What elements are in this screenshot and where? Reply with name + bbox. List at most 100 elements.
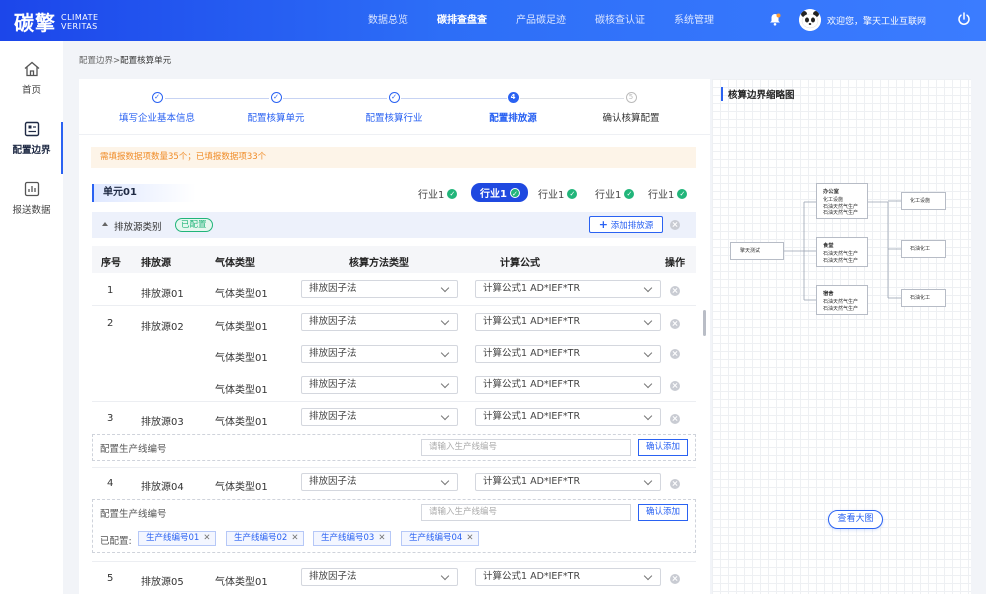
row-no: 3 — [107, 413, 114, 424]
view-large-button[interactable]: 查看大图 — [828, 510, 883, 529]
column-header-action: 操作 — [665, 258, 685, 269]
industry-tab[interactable]: 行业1 ✓ — [595, 186, 635, 201]
formula-select[interactable]: 计算公式1 AD*IEF*TR — [475, 280, 661, 298]
delete-row-icon[interactable] — [670, 349, 680, 359]
configured-label: 已配置: — [100, 536, 132, 547]
row-gas: 气体类型01 — [215, 417, 268, 428]
welcome-text: 欢迎您，擎天工业互联网 — [827, 17, 927, 27]
step-config-emission-source[interactable]: 4 配置排放源 — [453, 92, 573, 124]
node-item: 石油天然气生产 — [823, 257, 859, 264]
industry-tab[interactable]: 行业1 ✓ — [648, 186, 688, 201]
nav-carbon-inventory[interactable]: 碳排查盘查 — [437, 0, 487, 41]
diagram-leaf-node: 石油化工 — [901, 289, 946, 307]
row-divider — [92, 467, 696, 468]
main-panel: ✓ 填写企业基本信息 ✓ 配置核算单元 ✓ 配置核算行业 4 配置排放源 5 确… — [79, 79, 710, 594]
add-emission-source-button[interactable]: + 添加排放源 — [589, 216, 663, 233]
industry-tab[interactable]: 行业1 ✓ — [538, 186, 578, 201]
production-line-tag[interactable]: 生产线编号04 ✕ — [401, 531, 480, 546]
check-icon: ✓ — [567, 188, 578, 199]
production-line-input[interactable]: 请输入生产线编号 — [421, 504, 631, 521]
formula-select[interactable]: 计算公式1 AD*IEF*TR — [475, 345, 661, 363]
row-gas: 气体类型01 — [215, 385, 268, 396]
collapse-icon[interactable] — [102, 222, 108, 226]
delete-row-icon[interactable] — [670, 319, 680, 329]
row-gas: 气体类型01 — [215, 353, 268, 364]
method-select[interactable]: 排放因子法 — [301, 473, 458, 491]
diagram-root-node: 擎天测试 — [730, 242, 784, 260]
formula-select[interactable]: 计算公式1 AD*IEF*TR — [475, 376, 661, 394]
row-divider — [92, 305, 696, 306]
check-icon: ✓ — [447, 188, 458, 199]
production-line-tag[interactable]: 生产线编号01 ✕ — [138, 531, 217, 546]
industry-tab[interactable]: 行业1 ✓ — [418, 186, 458, 201]
step-confirm-config[interactable]: 5 确认核算配置 — [571, 92, 691, 124]
industry-tab-active[interactable]: 行业1 ✓ — [471, 183, 528, 202]
step-done-icon: ✓ — [270, 92, 282, 103]
remove-tag-icon[interactable]: ✕ — [466, 533, 473, 543]
power-icon[interactable] — [957, 12, 971, 26]
logo-subtitle: CLIMATE VERITAS — [61, 13, 99, 31]
close-icon[interactable] — [670, 220, 680, 230]
node-title: 办公室 — [823, 189, 839, 195]
production-line-panel: 配置生产线编号 请输入生产线编号 确认添加 已配置: 生产线编号01 ✕ 生产线编… — [92, 499, 696, 553]
node-label: 化工设施 — [910, 198, 931, 204]
node-title: 食堂 — [823, 243, 834, 249]
production-line-label: 配置生产线编号 — [100, 444, 167, 455]
production-line-tag[interactable]: 生产线编号02 ✕ — [226, 531, 305, 546]
delete-row-icon[interactable] — [670, 479, 680, 489]
formula-select[interactable]: 计算公式1 AD*IEF*TR — [475, 473, 661, 491]
sidebar-item-report-data[interactable]: 报送数据 — [0, 180, 63, 236]
method-select[interactable]: 排放因子法 — [301, 313, 458, 331]
node-title: 宿舍 — [823, 291, 834, 297]
method-select[interactable]: 排放因子法 — [301, 345, 458, 363]
main-nav: 数据总览 碳排查盘查 产品碳足迹 碳核查认证 系统管理 — [368, 0, 743, 41]
nav-system-management[interactable]: 系统管理 — [674, 0, 714, 41]
delete-row-icon[interactable] — [670, 414, 680, 424]
production-line-tag[interactable]: 生产线编号03 ✕ — [313, 531, 392, 546]
breadcrumb-parent[interactable]: 配置边界 — [79, 56, 113, 66]
delete-row-icon[interactable] — [670, 286, 680, 296]
industry-label: 行业1 — [648, 190, 675, 201]
confirm-add-button[interactable]: 确认添加 — [638, 504, 688, 521]
step-fill-company-info[interactable]: ✓ 填写企业基本信息 — [97, 92, 217, 124]
formula-select[interactable]: 计算公式1 AD*IEF*TR — [475, 568, 661, 586]
row-source: 排放源01 — [141, 289, 184, 300]
logo-en-line1: CLIMATE — [61, 12, 99, 22]
bell-icon[interactable] — [769, 13, 781, 26]
diagram-group-node: 食堂 石油天然气生产 石油天然气生产 — [816, 237, 868, 267]
delete-row-icon[interactable] — [670, 574, 680, 584]
tag-label: 生产线编号02 — [234, 533, 288, 543]
confirm-add-button[interactable]: 确认添加 — [638, 439, 688, 456]
nav-data-overview[interactable]: 数据总览 — [368, 0, 408, 41]
step-label: 确认核算配置 — [602, 113, 660, 124]
scrollbar[interactable] — [703, 310, 706, 336]
node-label: 石油化工 — [910, 246, 931, 252]
sidebar-item-label: 首页 — [21, 85, 41, 96]
method-select[interactable]: 排放因子法 — [301, 280, 458, 298]
sidebar-item-home[interactable]: 首页 — [0, 60, 63, 116]
row-gas: 气体类型01 — [215, 322, 268, 333]
tag-label: 生产线编号01 — [146, 533, 200, 543]
row-no: 2 — [107, 318, 114, 329]
method-select[interactable]: 排放因子法 — [301, 568, 458, 586]
sidebar-item-config-boundary[interactable]: 配置边界 — [0, 120, 63, 176]
logo[interactable]: 碳擎 CLIMATE VERITAS — [14, 7, 99, 36]
remove-tag-icon[interactable]: ✕ — [203, 533, 210, 543]
breadcrumb-current: 配置核算单元 — [120, 56, 172, 66]
remove-tag-icon[interactable]: ✕ — [378, 533, 385, 543]
nav-carbon-verification[interactable]: 碳核查认证 — [595, 0, 645, 41]
production-line-label: 配置生产线编号 — [100, 509, 167, 520]
formula-select[interactable]: 计算公式1 AD*IEF*TR — [475, 408, 661, 426]
step-config-industry[interactable]: ✓ 配置核算行业 — [334, 92, 454, 124]
method-select[interactable]: 排放因子法 — [301, 376, 458, 394]
method-select[interactable]: 排放因子法 — [301, 408, 458, 426]
industry-label: 行业1 — [480, 189, 507, 200]
formula-select[interactable]: 计算公式1 AD*IEF*TR — [475, 313, 661, 331]
industry-label: 行业1 — [595, 190, 622, 201]
delete-row-icon[interactable] — [670, 381, 680, 391]
step-config-unit[interactable]: ✓ 配置核算单元 — [216, 92, 336, 124]
production-line-input[interactable]: 请输入生产线编号 — [421, 439, 631, 456]
remove-tag-icon[interactable]: ✕ — [291, 533, 298, 543]
nav-product-footprint[interactable]: 产品碳足迹 — [516, 0, 566, 41]
avatar[interactable] — [799, 9, 821, 31]
